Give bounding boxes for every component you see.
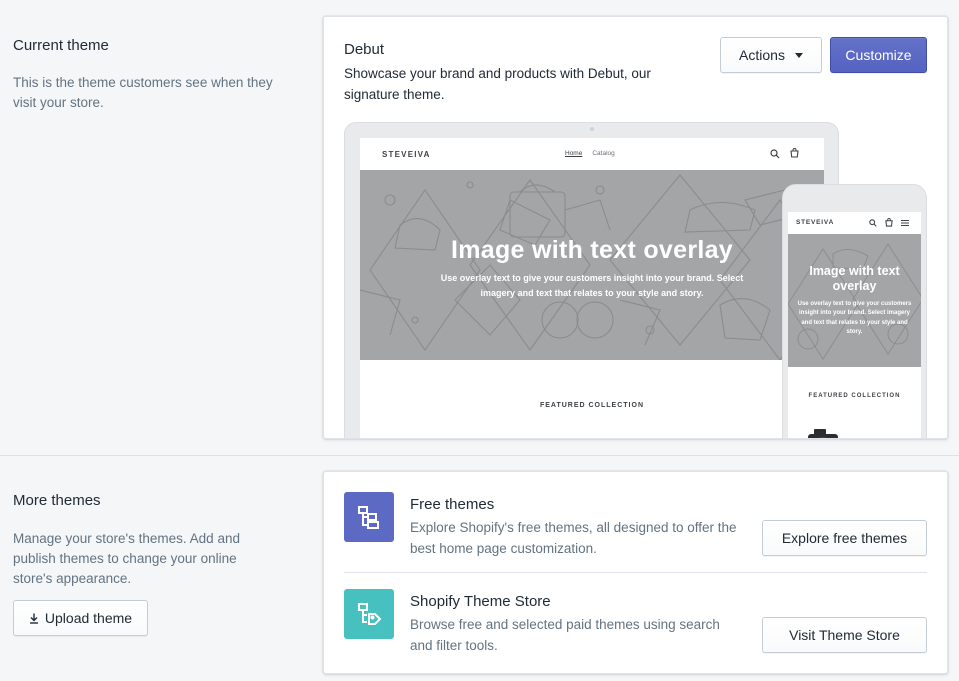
- section-divider: [0, 455, 959, 456]
- caret-down-icon: [794, 52, 803, 58]
- hero-pattern-illustration: [360, 174, 824, 360]
- preview-nav-home: Home: [565, 150, 583, 157]
- preview-featured-collection: FEATURED COLLECTION: [539, 402, 645, 409]
- actions-button-label: Actions: [739, 47, 785, 63]
- current-theme-heading: Current theme: [13, 37, 109, 54]
- theme-description: Showcase your brand and products with De…: [344, 66, 651, 102]
- mobile-preview-screen: STEVEIVA Image with text overlay Use ove…: [788, 212, 921, 438]
- preview-nav: Home Catalog: [565, 150, 625, 157]
- mobile-search-icon: [869, 219, 877, 227]
- actions-button[interactable]: Actions: [720, 37, 822, 73]
- upload-theme-label: Upload theme: [44, 610, 133, 626]
- mobile-store-name: STEVEIVA: [796, 219, 835, 226]
- desktop-preview-frame: STEVEIVA Home Catalog Image with text ov…: [344, 122, 839, 438]
- laptop-camera-dot: [590, 127, 594, 131]
- download-icon: [29, 613, 38, 624]
- customize-button[interactable]: Customize: [830, 37, 927, 73]
- preview-search-icon: [770, 149, 780, 159]
- preview-nav-catalog: Catalog: [592, 150, 615, 157]
- preview-site-header: STEVEIVA Home Catalog: [360, 138, 824, 170]
- mobile-hero-text: Use overlay text to give your customers …: [797, 300, 912, 336]
- current-theme-card: Debut Showcase your brand and products w…: [323, 16, 948, 439]
- mobile-preview-frame: STEVEIVA Image with text overlay Use ove…: [782, 184, 927, 438]
- free-themes-row: Free themes Explore Shopify's free theme…: [344, 492, 927, 572]
- mobile-cart-icon: [885, 218, 893, 227]
- preview-hero-text: Use overlay text to give your customers …: [440, 272, 744, 298]
- preview-cart-icon: [790, 148, 799, 158]
- current-theme-info: Current theme This is the theme customer…: [13, 37, 273, 113]
- theme-tree-icon: [344, 492, 394, 542]
- desktop-preview-screen: STEVEIVA Home Catalog Image with text ov…: [360, 138, 824, 438]
- row-divider: [344, 572, 927, 573]
- mobile-featured-collection: FEATURED COLLECTION: [808, 393, 901, 399]
- mobile-hero-banner: Image with text overlay Use overlay text…: [788, 234, 921, 367]
- theme-store-description: Browse free and selected paid themes usi…: [410, 617, 720, 653]
- upload-theme-button[interactable]: Upload theme: [13, 600, 148, 636]
- more-themes-description: Manage your store's themes. Add and publ…: [13, 531, 240, 586]
- free-themes-description: Explore Shopify's free themes, all desig…: [410, 520, 737, 556]
- explore-free-themes-button[interactable]: Explore free themes: [762, 520, 927, 556]
- product-camera-image: [808, 429, 838, 438]
- preview-hero-banner: Image with text overlay Use overlay text…: [360, 170, 824, 360]
- current-theme-description: This is the theme customers see when the…: [13, 75, 273, 110]
- mobile-site-header: STEVEIVA: [788, 212, 921, 234]
- theme-preview[interactable]: STEVEIVA Home Catalog Image with text ov…: [344, 122, 929, 438]
- visit-theme-store-button[interactable]: Visit Theme Store: [762, 617, 927, 653]
- more-themes-card: Free themes Explore Shopify's free theme…: [323, 471, 948, 674]
- mobile-hero-title: Image with text overlay: [809, 263, 900, 293]
- more-themes-info: More themes Manage your store's themes. …: [13, 492, 273, 589]
- more-themes-heading: More themes: [13, 492, 101, 509]
- preview-store-name: STEVEIVA: [382, 150, 431, 159]
- theme-name: Debut: [344, 41, 385, 58]
- theme-store-title: Shopify Theme Store: [410, 593, 551, 610]
- free-themes-title: Free themes: [410, 496, 495, 513]
- mobile-menu-icon: [901, 220, 909, 226]
- preview-hero-title: Image with text overlay: [451, 235, 733, 264]
- theme-store-row: Shopify Theme Store Browse free and sele…: [344, 589, 927, 669]
- theme-store-icon: [344, 589, 394, 639]
